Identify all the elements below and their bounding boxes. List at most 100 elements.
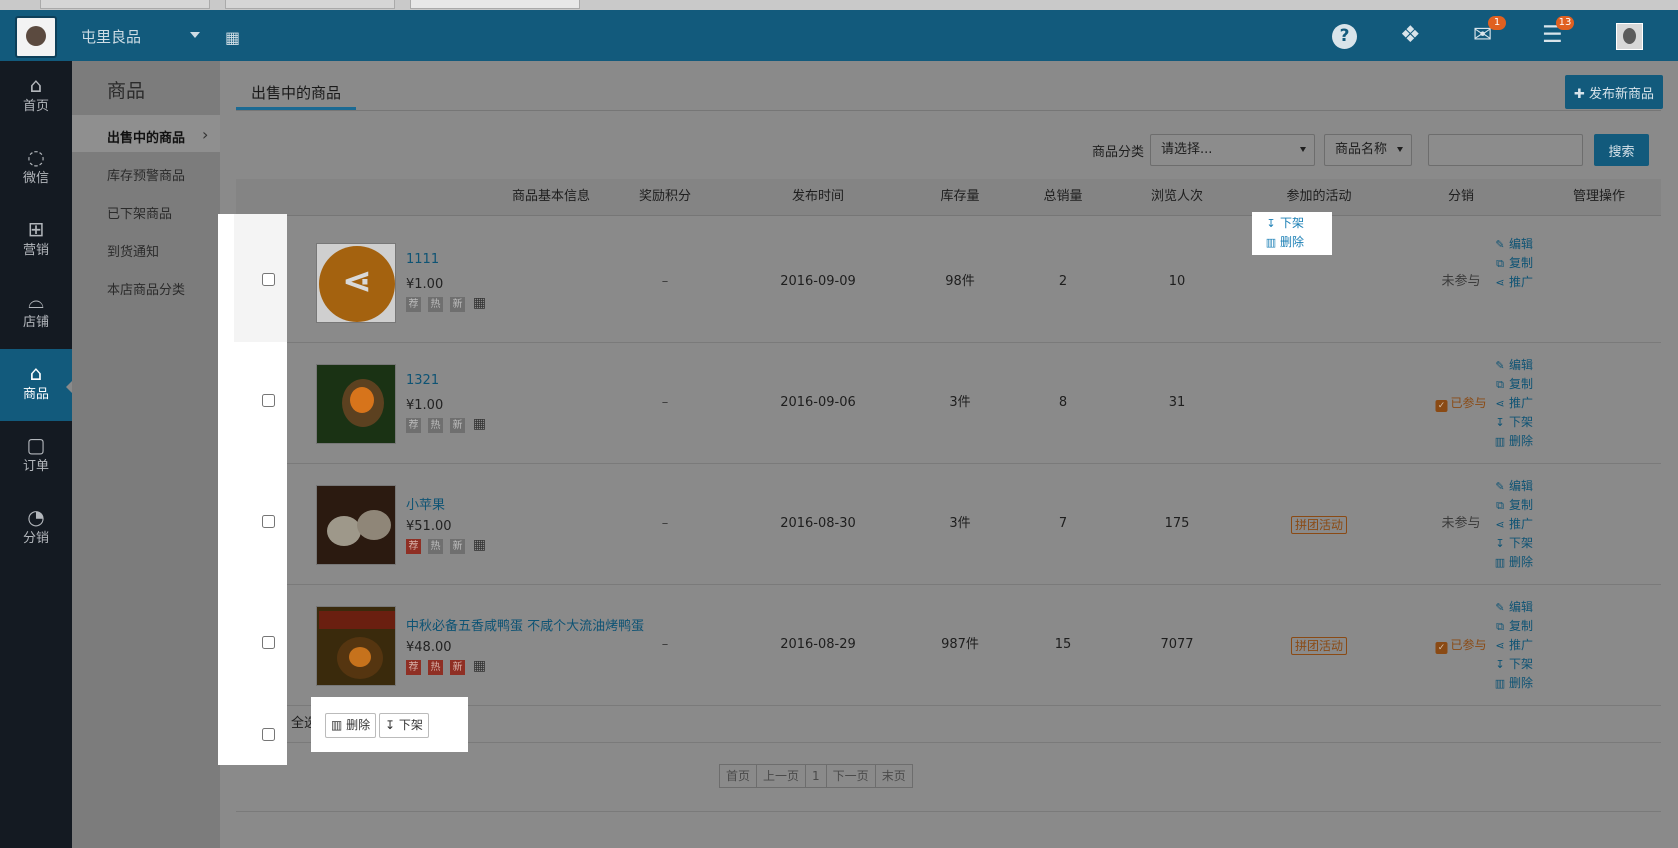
product-name-link[interactable]: 1111 — [406, 252, 439, 267]
offshelf-action[interactable]: ↧ 下架 — [1252, 214, 1332, 233]
search-field-select[interactable]: 商品名称 — [1324, 134, 1412, 166]
help-icon[interactable]: ? — [1332, 24, 1357, 49]
points-value: – — [661, 274, 669, 289]
promote-action[interactable]: ⋖ 推广 — [1493, 636, 1573, 655]
tag-hot[interactable]: 热 — [428, 297, 443, 312]
tag-new[interactable]: 新 — [450, 418, 465, 433]
page-next[interactable]: 下一页 — [825, 764, 876, 788]
chevron-right-icon: › — [202, 125, 209, 144]
action-label: 删除 — [1509, 434, 1534, 448]
group-buy-activity-tag[interactable]: 拼团活动 — [1290, 516, 1348, 534]
search-button[interactable]: 搜索 — [1594, 134, 1649, 166]
bulk-offshelf-button[interactable]: ↧ 下架 — [379, 713, 429, 738]
browser-tab[interactable] — [410, 0, 580, 9]
row-checkbox[interactable] — [262, 394, 275, 407]
sub-nav-item-off-shelf[interactable]: 已下架商品 — [107, 203, 172, 222]
offshelf-action[interactable]: ↧ 下架 — [1493, 413, 1573, 432]
qrcode-icon[interactable]: ▦ — [472, 659, 487, 674]
product-name-link[interactable]: 小苹果 — [406, 494, 445, 513]
nav-item-distribution[interactable]: ◔ 分销 — [0, 493, 72, 565]
delete-action[interactable]: ▥ 删除 — [1493, 432, 1573, 451]
product-name-link[interactable]: 中秋必备五香咸鸭蛋 不咸个大流油烤鸭蛋 — [406, 615, 644, 634]
qrcode-icon[interactable]: ▦ — [472, 417, 487, 432]
product-tags: 荐热新 ▦ — [406, 538, 494, 554]
publish-date: 2016-08-29 — [780, 637, 856, 652]
select-all-checkbox[interactable] — [262, 728, 275, 741]
row-checkbox[interactable] — [262, 636, 275, 649]
row-checkbox[interactable] — [262, 273, 275, 286]
page-number[interactable]: 1 — [805, 764, 827, 788]
chevron-down-icon[interactable] — [190, 32, 200, 38]
browser-tab[interactable] — [40, 0, 210, 9]
qrcode-icon[interactable]: ▦ — [472, 538, 487, 553]
nav-item-store[interactable]: ⌓ 店铺 — [0, 277, 72, 349]
publish-product-button[interactable]: ✚ 发布新商品 — [1565, 75, 1663, 109]
tag-hot[interactable]: 热 — [428, 660, 443, 675]
tag-new[interactable]: 新 — [450, 539, 465, 554]
tag-hot[interactable]: 热 — [428, 539, 443, 554]
apps-icon[interactable]: ❖ — [1400, 22, 1421, 48]
tag-recommend[interactable]: 荐 — [406, 297, 421, 312]
avatar[interactable] — [1616, 23, 1643, 50]
promote-action[interactable]: ⋖ 推广 — [1493, 515, 1573, 534]
edit-icon: ✎ — [1495, 238, 1505, 251]
edit-action[interactable]: ✎ 编辑 — [1493, 356, 1573, 375]
copy-action[interactable]: ⧉ 复制 — [1493, 254, 1573, 273]
tag-hot[interactable]: 热 — [428, 418, 443, 433]
tag-new[interactable]: 新 — [450, 660, 465, 675]
delete-action[interactable]: ▥ 删除 — [1252, 233, 1332, 252]
shop-name[interactable]: 屯里良品 — [81, 26, 141, 47]
copy-action[interactable]: ⧉ 复制 — [1493, 496, 1573, 515]
nav-item-products[interactable]: ⌂ 商品 — [0, 349, 72, 421]
sub-nav-item-low-stock[interactable]: 库存预警商品 — [107, 165, 185, 184]
tab-on-sale[interactable]: 出售中的商品 — [236, 79, 357, 110]
category-select[interactable]: 请选择... — [1150, 134, 1315, 166]
page-last[interactable]: 末页 — [874, 764, 913, 788]
copy-icon: ⧉ — [1496, 378, 1504, 391]
search-input[interactable] — [1428, 134, 1583, 166]
copy-action[interactable]: ⧉ 复制 — [1493, 617, 1573, 636]
action-label: 编辑 — [1509, 479, 1534, 493]
shop-logo[interactable] — [15, 16, 57, 58]
nav-item-home[interactable]: ⌂ 首页 — [0, 61, 72, 133]
product-name-link[interactable]: 1321 — [406, 373, 439, 388]
tag-recommend[interactable]: 荐 — [406, 660, 421, 675]
promote-action[interactable]: ⋖ 推广 — [1493, 273, 1573, 292]
page-prev[interactable]: 上一页 — [756, 764, 807, 788]
action-label: 推广 — [1509, 638, 1534, 652]
sub-nav-item-on-sale[interactable]: 出售中的商品 — [107, 127, 185, 146]
edit-action[interactable]: ✎ 编辑 — [1493, 477, 1573, 496]
page-first[interactable]: 首页 — [719, 764, 758, 788]
delete-action[interactable]: ▥ 删除 — [1493, 553, 1573, 572]
qrcode-icon[interactable]: ▦ — [225, 28, 240, 47]
tag-recommend[interactable]: 荐 — [406, 418, 421, 433]
browser-tab[interactable] — [225, 0, 395, 9]
nav-item-wechat[interactable]: ◌ 微信 — [0, 133, 72, 205]
group-buy-activity-tag[interactable]: 拼团活动 — [1290, 637, 1348, 655]
sub-nav-item-categories[interactable]: 本店商品分类 — [107, 279, 185, 298]
nav-item-orders[interactable]: ▢ 订单 — [0, 421, 72, 493]
tag-recommend[interactable]: 荐 — [406, 539, 421, 554]
edit-action[interactable]: ✎ 编辑 — [1493, 235, 1573, 254]
bulk-delete-button[interactable]: ▥ 删除 — [325, 713, 377, 738]
nav-item-marketing[interactable]: ⊞ 营销 — [0, 205, 72, 277]
action-label: 下架 — [1509, 657, 1534, 671]
product-thumbnail[interactable]: ⋖ — [316, 243, 396, 323]
product-tags: 荐热新 ▦ — [406, 659, 494, 675]
product-thumbnail[interactable] — [316, 485, 396, 565]
tag-new[interactable]: 新 — [450, 297, 465, 312]
promote-action[interactable]: ⋖ 推广 — [1493, 394, 1573, 413]
delete-action[interactable]: ▥ 删除 — [1493, 674, 1573, 693]
offshelf-action[interactable]: ↧ 下架 — [1493, 534, 1573, 553]
edit-action[interactable]: ✎ 编辑 — [1493, 598, 1573, 617]
action-label: 推广 — [1509, 275, 1534, 289]
row-checkbox[interactable] — [262, 515, 275, 528]
qrcode-icon[interactable]: ▦ — [472, 296, 487, 311]
sub-nav-item-arrival-notice[interactable]: 到货通知 — [107, 241, 159, 260]
product-thumbnail[interactable] — [316, 364, 396, 444]
product-thumbnail[interactable] — [316, 606, 396, 686]
check-icon: ✓ — [1435, 400, 1448, 412]
col-stock: 库存量 — [940, 189, 980, 204]
copy-action[interactable]: ⧉ 复制 — [1493, 375, 1573, 394]
offshelf-action[interactable]: ↧ 下架 — [1493, 655, 1573, 674]
